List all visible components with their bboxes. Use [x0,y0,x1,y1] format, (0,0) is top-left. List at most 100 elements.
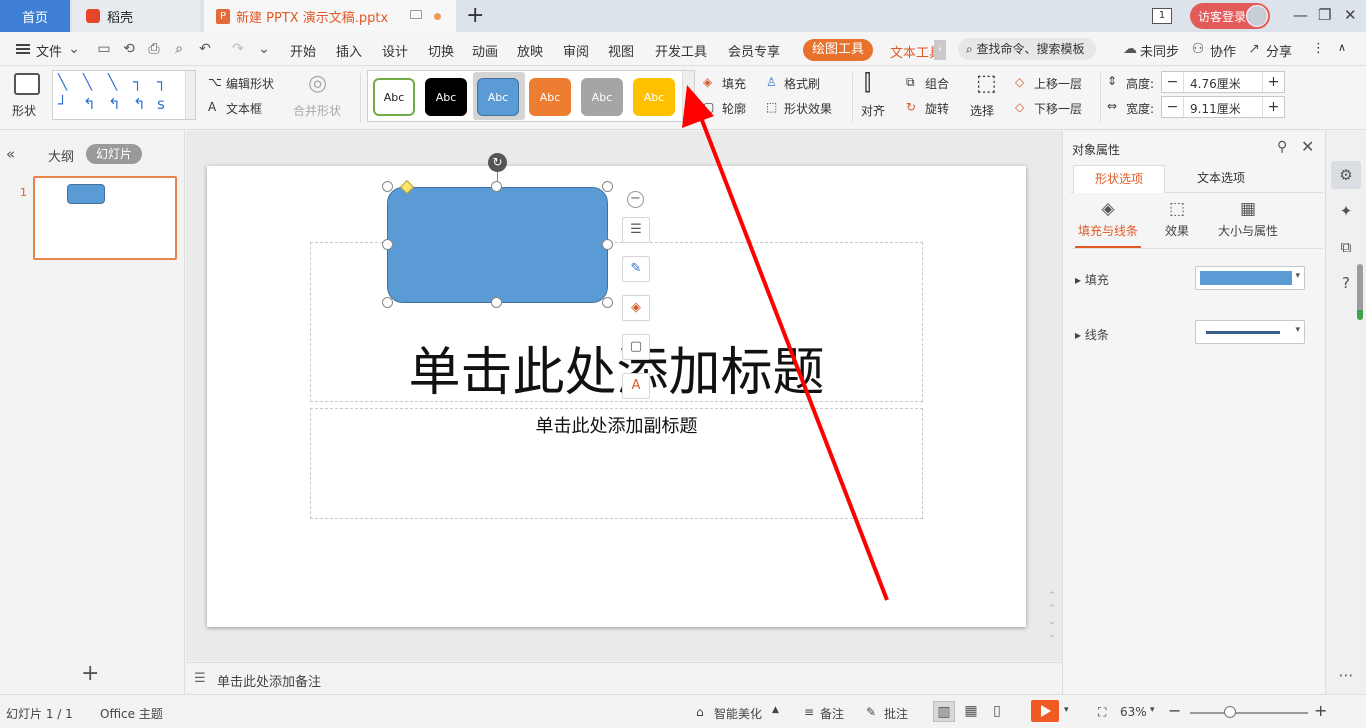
gallery-scroll[interactable] [185,71,195,119]
slide-thumbnail[interactable] [33,176,177,260]
width-increase-button[interactable]: + [1262,97,1284,117]
menu-hamburger-icon[interactable] [16,44,30,54]
notes-toggle-button[interactable]: 备注 [820,705,844,722]
height-value[interactable]: 4.76厘米 [1190,75,1241,92]
height-stepper[interactable]: − 4.76厘米 + [1161,71,1285,93]
textbox-button[interactable]: 文本框 [226,100,262,117]
shape-icon[interactable] [14,73,40,95]
resize-handle-tl[interactable] [382,181,393,192]
collapse-ribbon-icon[interactable]: ∧ [1338,41,1346,54]
resize-handle-left[interactable] [382,239,393,250]
sync-status[interactable]: 未同步 [1140,41,1179,60]
send-backward-button[interactable]: 下移一层 [1034,100,1082,117]
comment-button[interactable]: 批注 [884,705,908,722]
subtab-fill-line[interactable]: ◈ 填充与线条 [1075,199,1141,239]
subtab-size[interactable]: ▦ 大小与属性 [1213,199,1283,239]
menu-transition[interactable]: 切换 [428,41,454,60]
layers-icon[interactable]: ☰ [622,217,650,243]
restore-button[interactable]: ❐ [1318,6,1331,24]
rotate-handle-icon[interactable]: ↻ [488,153,507,172]
notes-placeholder[interactable]: 单击此处添加备注 [217,671,321,690]
menu-developer[interactable]: 开发工具 [655,41,707,60]
save-icon[interactable]: ▭ [96,41,112,57]
align-button[interactable]: 对齐 [861,102,885,119]
line-section-toggle[interactable]: ▸ 线条 [1075,326,1109,343]
window-count-icon[interactable]: 1 [1152,8,1172,24]
style-gallery-expand-icon[interactable]: ⌄ [682,71,694,121]
collab-button[interactable]: 协作 [1210,41,1236,60]
width-stepper[interactable]: − 9.11厘米 + [1161,96,1285,118]
add-slide-button[interactable]: + [81,661,99,686]
zoom-value[interactable]: 63% [1120,705,1147,719]
menu-slideshow[interactable]: 放映 [517,41,543,60]
fill-button[interactable]: 填充 [722,75,746,92]
outline-box-icon[interactable]: ▢ [622,334,650,360]
height-decrease-button[interactable]: − [1162,72,1184,92]
chevron-down-icon[interactable]: ⌄ [66,41,82,57]
resize-handle-right[interactable] [602,239,613,250]
shape-effect-button[interactable]: 形状效果 [784,100,832,117]
format-brush-button[interactable]: 格式刷 [784,75,820,92]
tab-draw-tool[interactable]: 绘图工具 [803,39,873,61]
more-options-icon[interactable]: ⋮ [1312,41,1325,56]
tab-scroll-right-icon[interactable]: › [934,40,946,60]
close-panel-icon[interactable]: ✕ [1301,137,1314,156]
text-format-icon[interactable]: A [622,373,650,399]
resize-handle-bl[interactable] [382,297,393,308]
side-scrollbar[interactable] [1357,264,1363,320]
rotate-button[interactable]: 旋转 [925,100,949,117]
tab-document[interactable]: P 新建 PPTX 演示文稿.pptx [204,0,456,32]
height-increase-button[interactable]: + [1262,72,1284,92]
screen-icon[interactable] [410,10,422,19]
tab-home[interactable]: 首页 [0,0,70,32]
style-item-1[interactable]: Abc [373,78,415,116]
tab-daoke[interactable]: 稻壳 [72,0,200,32]
sorter-view-icon[interactable]: ▦ [960,701,982,722]
print-preview-icon[interactable]: ⌕ [171,41,187,57]
menu-animation[interactable]: 动画 [472,41,498,60]
shape-style-gallery[interactable]: Abc Abc Abc Abc Abc Abc ⌄ [367,70,695,122]
close-button[interactable]: ✕ [1344,6,1357,24]
bring-forward-button[interactable]: 上移一层 [1034,75,1082,92]
rounded-rectangle-shape[interactable] [387,187,608,303]
property-panel-title[interactable]: 对象属性 [1072,141,1120,158]
menu-file[interactable]: 文件 [36,41,62,60]
resize-handle-tr[interactable] [602,181,613,192]
zoom-dropdown-icon[interactable]: ▾ [1150,705,1155,715]
style-item-6[interactable]: Abc [633,78,675,116]
undo-icon[interactable]: ↶ [197,41,213,57]
zoom-out-button[interactable]: − [1168,701,1181,720]
menu-member[interactable]: 会员专享 [728,41,780,60]
menu-view[interactable]: 视图 [608,41,634,60]
style-item-5[interactable]: Abc [581,78,623,116]
style-item-2[interactable]: Abc [425,78,467,116]
notes-bar[interactable]: ☰ 单击此处添加备注 [186,662,1062,693]
fill-section-toggle[interactable]: ▸ 填充 [1075,271,1109,288]
tab-outline[interactable]: 大纲 [48,146,74,165]
tab-text-options[interactable]: 文本选项 [1175,165,1267,193]
edit-shape-button[interactable]: 编辑形状 [226,75,274,92]
subtab-effect[interactable]: ⬚ 效果 [1157,199,1197,239]
select-button[interactable]: 选择 [970,102,994,119]
search-input[interactable]: ⌕ 查找命令、搜索模板 [958,38,1096,60]
customize-icon[interactable]: ⌄ [256,41,272,57]
minimize-button[interactable]: — [1293,6,1308,24]
shape-button[interactable]: 形状 [12,102,36,119]
zoom-slider-track[interactable] [1190,712,1308,714]
pin-star-icon[interactable]: ✦ [1331,197,1361,225]
resize-handle-br[interactable] [602,297,613,308]
tab-slides[interactable]: 幻灯片 [86,144,142,164]
chevron-up-icon[interactable]: ▲ [772,705,779,715]
resize-handle-bottom[interactable] [491,297,502,308]
slide-title[interactable]: 单击此处添加标题 [310,330,923,405]
add-tab-button[interactable]: + [466,3,484,28]
menu-review[interactable]: 审阅 [563,41,589,60]
canvas-scroll-icon[interactable]: ⌃ ⌃ ⌄ ⌄ [1046,590,1058,646]
shape-gallery[interactable]: ╲ ╲ ╲ ┐ ┐ ┘ ↰ ↰ ↰ ꜱ [52,70,196,120]
pin-icon[interactable]: ⚲ [1277,139,1287,155]
fit-window-icon[interactable]: ⛶ [1098,705,1106,720]
theme-name[interactable]: Office 主题 [100,705,163,722]
print-icon[interactable]: ⎙ [146,41,162,57]
share-button[interactable]: 分享 [1266,41,1292,60]
pen-icon[interactable]: ✎ [622,256,650,282]
